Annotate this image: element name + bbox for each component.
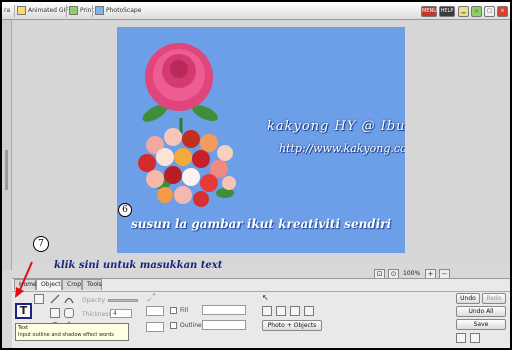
red-arrow-icon	[15, 261, 33, 298]
photoscape-window: ra Animated GIF Print PhotoScape MENU HE…	[2, 2, 510, 348]
